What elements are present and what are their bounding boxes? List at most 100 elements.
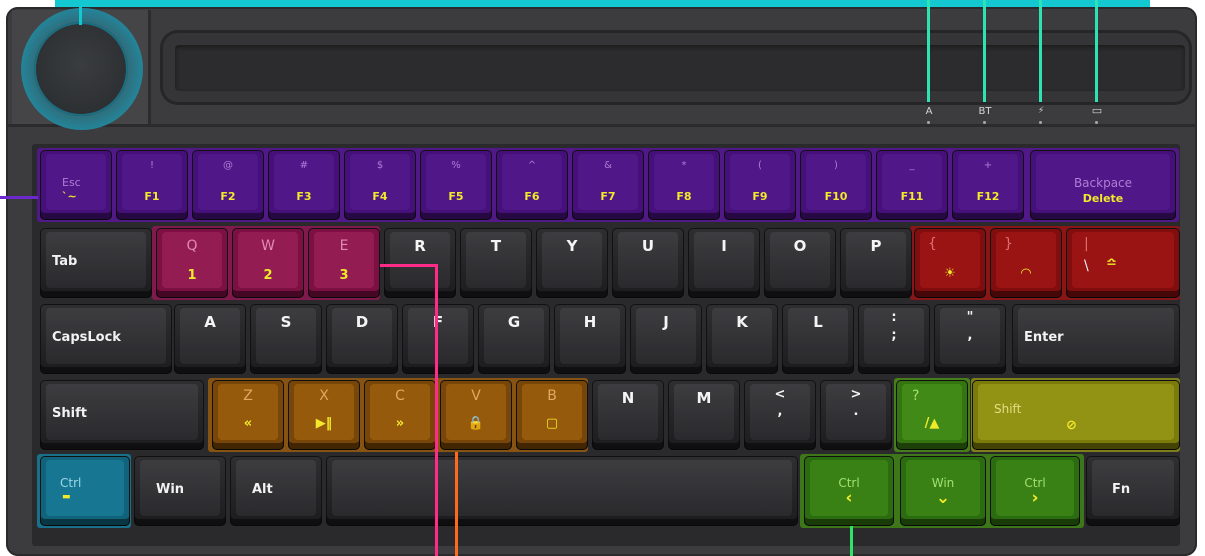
key-f12[interactable]: + F12 bbox=[952, 150, 1024, 220]
key-ctrl-far[interactable]: Ctrl › bbox=[990, 456, 1080, 526]
key-k[interactable]: K bbox=[706, 304, 778, 374]
key-space[interactable] bbox=[326, 456, 798, 526]
key-shift-right[interactable]: Shift ⊘ bbox=[972, 380, 1180, 450]
key-s[interactable]: S bbox=[250, 304, 322, 374]
key-alt-left-label: Alt bbox=[252, 482, 273, 497]
key-capslock[interactable]: CapsLock bbox=[40, 304, 172, 374]
key-lbracket[interactable]: {☀ bbox=[914, 228, 986, 298]
cancel-icon: ⊘ bbox=[1066, 418, 1077, 433]
key-q-label: Q bbox=[186, 238, 198, 254]
chevron-left-icon: ‹ bbox=[845, 488, 853, 508]
key-lbracket-label: { bbox=[928, 236, 937, 252]
key-f[interactable]: F bbox=[402, 304, 474, 374]
key-f5-label: F5 bbox=[448, 190, 464, 203]
key-h[interactable]: H bbox=[554, 304, 626, 374]
key-comma-label: < bbox=[774, 387, 786, 402]
key-esc-sublabel: `~ bbox=[62, 190, 77, 203]
key-tab[interactable]: Tab bbox=[40, 228, 152, 298]
key-esc-label: Esc bbox=[62, 176, 81, 189]
key-x[interactable]: X ▶‖ bbox=[288, 380, 360, 450]
bolt-icon: ⚡ bbox=[1037, 106, 1045, 116]
key-alt-left[interactable]: Alt bbox=[230, 456, 322, 526]
key-f5[interactable]: % F5 bbox=[420, 150, 492, 220]
key-f3-shift-label: # bbox=[299, 160, 309, 171]
key-m[interactable]: M bbox=[668, 380, 740, 450]
key-g-label: G bbox=[507, 313, 521, 331]
key-period[interactable]: >. bbox=[820, 380, 892, 450]
key-f9-label: F9 bbox=[752, 190, 768, 203]
key-f12-label: F12 bbox=[976, 190, 1000, 203]
key-f1[interactable]: ! F1 bbox=[116, 150, 188, 220]
key-m-label: M bbox=[696, 389, 712, 407]
key-ctrl-right[interactable]: Ctrl ‹ bbox=[804, 456, 894, 526]
key-z[interactable]: Z « bbox=[212, 380, 284, 450]
key-backspace-label: Backpace bbox=[1073, 176, 1133, 190]
key-esc[interactable]: Esc `~ bbox=[40, 150, 112, 220]
key-f4[interactable]: $ F4 bbox=[344, 150, 416, 220]
key-semicolon[interactable]: :; bbox=[858, 304, 930, 374]
key-ctrl-left-cap bbox=[46, 460, 124, 516]
key-z-media-icon: « bbox=[243, 416, 253, 431]
key-f6[interactable]: ^ F6 bbox=[496, 150, 568, 220]
battery-icon: ▭ bbox=[1091, 104, 1103, 117]
key-capslock-label: CapsLock bbox=[52, 330, 121, 345]
key-y[interactable]: Y bbox=[536, 228, 608, 298]
key-c-label: C bbox=[395, 388, 405, 404]
key-shift-right-label: Shift bbox=[994, 402, 1022, 416]
key-backspace[interactable]: Backpace Delete bbox=[1030, 150, 1176, 220]
key-o[interactable]: O bbox=[764, 228, 836, 298]
key-f8[interactable]: * F8 bbox=[648, 150, 720, 220]
key-fn[interactable]: Fn bbox=[1086, 456, 1180, 526]
key-b[interactable]: B ▢ bbox=[516, 380, 588, 450]
key-quote-label: " bbox=[966, 310, 974, 325]
key-f2[interactable]: @ F2 bbox=[192, 150, 264, 220]
key-d[interactable]: D bbox=[326, 304, 398, 374]
key-f-label: F bbox=[432, 313, 444, 331]
key-enter[interactable]: Enter bbox=[1012, 304, 1180, 374]
key-p[interactable]: P bbox=[840, 228, 912, 298]
key-u[interactable]: U bbox=[612, 228, 684, 298]
key-comma[interactable]: <, bbox=[744, 380, 816, 450]
key-r[interactable]: R bbox=[384, 228, 456, 298]
key-e[interactable]: E3 bbox=[308, 228, 380, 298]
key-w[interactable]: W2 bbox=[232, 228, 304, 298]
key-c[interactable]: C» bbox=[364, 380, 436, 450]
key-shift-left[interactable]: Shift bbox=[40, 380, 204, 450]
key-quote[interactable]: ", bbox=[934, 304, 1006, 374]
key-f8-label: F8 bbox=[676, 190, 692, 203]
key-t[interactable]: T bbox=[460, 228, 532, 298]
key-j[interactable]: J bbox=[630, 304, 702, 374]
rotary-knob[interactable] bbox=[34, 22, 128, 116]
key-f11[interactable]: _ F11 bbox=[876, 150, 948, 220]
key-f9[interactable]: (F9 bbox=[724, 150, 796, 220]
indicator-label-a: A bbox=[925, 106, 933, 117]
key-e-label: E bbox=[339, 238, 349, 254]
key-a[interactable]: A bbox=[174, 304, 246, 374]
key-u-label: U bbox=[641, 237, 655, 255]
key-x-media-icon: ▶‖ bbox=[315, 416, 333, 431]
key-f7[interactable]: & F7 bbox=[572, 150, 644, 220]
key-period-label: > bbox=[850, 387, 862, 402]
key-f3[interactable]: # F3 bbox=[268, 150, 340, 220]
indicator-led-a bbox=[927, 121, 930, 124]
key-v[interactable]: V 🔒 bbox=[440, 380, 512, 450]
key-f10-label: F10 bbox=[824, 190, 848, 203]
key-g[interactable]: G bbox=[478, 304, 550, 374]
key-q[interactable]: Q1 bbox=[156, 228, 228, 298]
key-win-right[interactable]: Win ⌄ bbox=[900, 456, 986, 526]
key-l[interactable]: L bbox=[782, 304, 854, 374]
key-i[interactable]: I bbox=[688, 228, 760, 298]
key-k-label: K bbox=[736, 313, 748, 331]
key-f6-label: F6 bbox=[524, 190, 540, 203]
callout-line-fnrow bbox=[0, 196, 38, 199]
key-j-label: J bbox=[663, 313, 669, 331]
key-win-left[interactable]: Win bbox=[134, 456, 226, 526]
key-n[interactable]: N bbox=[592, 380, 664, 450]
key-backslash[interactable]: | \ ≏ bbox=[1066, 228, 1180, 298]
indicator-label-bt: BT bbox=[978, 106, 992, 117]
key-rbracket[interactable]: } ◠ bbox=[990, 228, 1062, 298]
key-f10[interactable]: ) F10 bbox=[800, 150, 872, 220]
key-slash[interactable]: ? /▲ bbox=[896, 380, 968, 450]
callout-line-qwe-v bbox=[435, 264, 438, 556]
key-ctrl-left[interactable]: Ctrl ▬ bbox=[40, 456, 130, 526]
